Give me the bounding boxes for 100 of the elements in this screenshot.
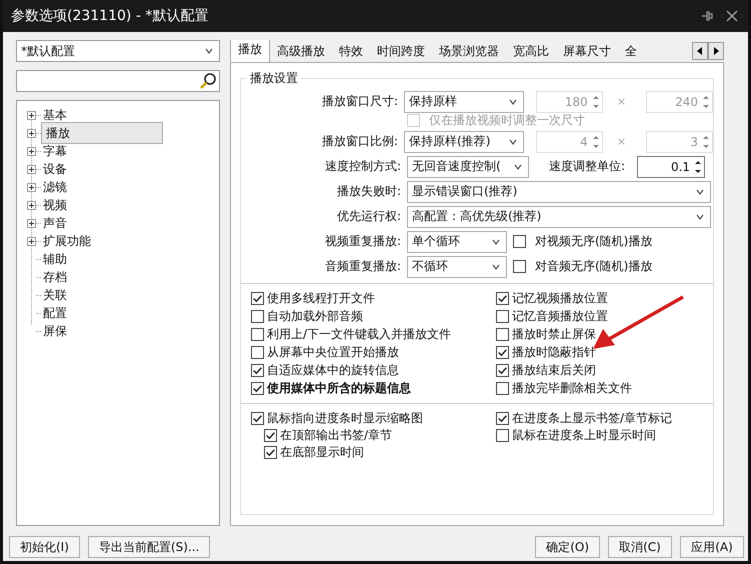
expand-icon[interactable] — [27, 218, 36, 228]
tree-item[interactable]: 关联 — [41, 286, 69, 304]
field-label: 速度控制方式: — [324, 158, 401, 175]
tree-item[interactable]: 播放 — [41, 122, 163, 144]
checkbox[interactable] — [251, 292, 264, 305]
dialog-button[interactable]: 初始化(I) — [9, 536, 80, 558]
checkbox-label: 播放结束后关闭 — [512, 362, 596, 379]
checkbox[interactable] — [496, 292, 509, 305]
tree-item[interactable]: 扩展功能 — [41, 232, 93, 250]
tab[interactable]: 屏幕尺寸 — [556, 41, 618, 62]
checkbox[interactable] — [496, 412, 509, 425]
checkbox[interactable] — [251, 412, 264, 425]
checkbox-label: 鼠标在进度条上时显示时间 — [512, 427, 656, 444]
checkbox-label: 播放时隐蔽指针 — [512, 344, 596, 361]
checkbox[interactable] — [264, 429, 277, 442]
checkbox[interactable] — [264, 446, 277, 459]
checkbox-label: 自动加载外部音频 — [267, 308, 363, 325]
checkbox-label: 利用上/下一文件键载入并播放文件 — [267, 326, 452, 343]
tab[interactable]: 全 — [618, 41, 644, 62]
scroll-right-button[interactable] — [708, 42, 724, 60]
checkbox-label: 播放完毕删除相关文件 — [512, 380, 632, 397]
tab[interactable]: 高级播放 — [270, 41, 332, 62]
checkbox[interactable] — [496, 382, 509, 395]
dialog-button[interactable]: 取消(C) — [608, 536, 672, 558]
tab[interactable]: 时间跨度 — [370, 41, 432, 62]
chevron-down-icon — [508, 98, 517, 104]
checkbox-label: 使用多线程打开文件 — [267, 290, 375, 307]
search-icon[interactable] — [199, 72, 217, 90]
checkbox-label: 仅在播放视频时调整一次尺寸 — [429, 112, 585, 128]
tab[interactable]: 场景浏览器 — [432, 41, 506, 62]
checkbox[interactable] — [251, 346, 264, 359]
checkbox[interactable] — [251, 328, 264, 341]
left-arrow-icon — [696, 47, 704, 55]
field-label: 音频重复播放: — [324, 258, 401, 275]
tree-item[interactable]: 设备 — [41, 160, 69, 178]
dropdown[interactable]: 单个循环 — [407, 230, 507, 252]
expand-icon[interactable] — [27, 182, 36, 192]
tab[interactable]: 播放 — [230, 40, 270, 62]
field-label: 播放窗口比例: — [320, 133, 398, 150]
chevron-down-icon — [492, 238, 500, 244]
tree-item[interactable]: 辅助 — [41, 250, 69, 268]
tree-item[interactable]: 声音 — [41, 214, 69, 232]
checkbox[interactable] — [496, 310, 509, 323]
pin-icon[interactable] — [700, 9, 714, 23]
dropdown[interactable]: 无回音速度控制( — [407, 156, 529, 178]
expand-icon[interactable] — [27, 236, 36, 246]
chevron-down-icon — [696, 188, 704, 194]
checkbox[interactable] — [251, 382, 264, 395]
profile-dropdown[interactable]: *默认配置 — [16, 40, 220, 62]
tree-item[interactable]: 存档 — [41, 268, 69, 286]
checkbox-label: 对音频无序(随机)播放 — [535, 258, 652, 275]
dialog-button[interactable]: 应用(A) — [680, 536, 744, 558]
checkbox-label: 记忆视频播放位置 — [512, 290, 608, 307]
field-label: 播放窗口尺寸: — [320, 93, 398, 110]
field-label: 优先运行权: — [336, 208, 401, 225]
expand-icon[interactable] — [27, 164, 36, 174]
expand-icon[interactable] — [27, 110, 36, 120]
expand-icon[interactable] — [27, 146, 36, 156]
dropdown[interactable]: 不循环 — [407, 256, 507, 278]
close-icon[interactable] — [726, 10, 738, 22]
expand-icon[interactable] — [27, 200, 36, 210]
tab[interactable]: 宽高比 — [506, 41, 556, 62]
tree-item[interactable]: 字幕 — [41, 142, 69, 160]
dialog-button[interactable]: 导出当前配置(S)... — [88, 536, 210, 558]
checkbox[interactable] — [251, 310, 264, 323]
tree-item[interactable]: 视频 — [41, 196, 69, 214]
checkbox-label: 在进度条上显示书签/章节标记 — [512, 410, 672, 427]
group-title: 播放设置 — [247, 70, 301, 87]
checkbox[interactable] — [496, 328, 509, 341]
chevron-down-icon — [508, 138, 517, 144]
tree-item[interactable]: 基本 — [41, 106, 69, 124]
checkbox-label: 自适应媒体中的旋转信息 — [267, 362, 399, 379]
checkbox[interactable] — [251, 364, 264, 377]
tab[interactable]: 特效 — [332, 41, 370, 62]
dropdown[interactable]: 高配置：高优先级(推荐) — [407, 206, 711, 228]
chevron-down-icon — [514, 164, 522, 170]
expand-icon[interactable] — [27, 128, 36, 138]
field-label: 播放失败时: — [336, 183, 401, 200]
scroll-left-button[interactable] — [692, 42, 708, 60]
checkbox[interactable] — [513, 260, 526, 273]
checkbox-label: 鼠标指向进度条时显示缩略图 — [267, 410, 423, 427]
tree-item[interactable]: 滤镜 — [41, 178, 69, 196]
chevron-down-icon — [492, 264, 500, 270]
checkbox[interactable] — [496, 346, 509, 359]
checkbox[interactable] — [513, 235, 526, 248]
times-sign: × — [616, 135, 628, 148]
chevron-down-icon — [205, 48, 213, 54]
checkbox-label: 使用媒体中所含的标题信息 — [267, 380, 411, 397]
checkbox[interactable] — [496, 364, 509, 377]
number-spinner[interactable]: 0.1 — [637, 156, 706, 178]
tree-item[interactable]: 配置 — [41, 304, 69, 322]
dialog-button[interactable]: 确定(O) — [535, 536, 600, 558]
checkbox-label: 记忆音频播放位置 — [512, 308, 608, 325]
search-field[interactable] — [16, 70, 220, 92]
checkbox-label: 对视频无序(随机)播放 — [535, 233, 652, 250]
tree-item[interactable]: 屏保 — [41, 322, 69, 340]
field-label: 视频重复播放: — [324, 233, 401, 250]
dropdown[interactable]: 显示错误窗口(推荐) — [407, 180, 711, 202]
checkbox[interactable] — [496, 429, 509, 442]
checkbox-label: 在顶部输出书签/章节 — [280, 427, 392, 444]
